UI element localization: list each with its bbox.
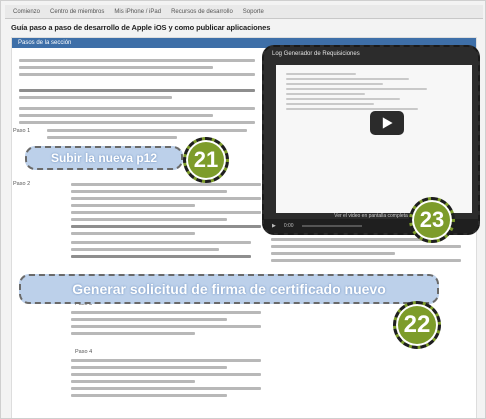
app-window: Comienzo Centro de miembros Mis iPhone /… — [0, 0, 486, 419]
generate-csr-highlight[interactable]: Generar solicitud de firma de certificad… — [19, 274, 439, 304]
intro-text — [19, 59, 255, 80]
video-screen — [276, 65, 472, 213]
intro-text-2 — [19, 89, 255, 103]
step-1-label: Paso 1 — [13, 128, 31, 134]
badge-23: 23 — [409, 197, 455, 243]
nav-item-devices[interactable]: Mis iPhone / iPad — [114, 9, 161, 15]
badge-21: 21 — [183, 137, 229, 183]
nav-item-recursos[interactable]: Recursos de desarrollo — [171, 9, 233, 15]
step-2-text-2 — [71, 241, 251, 262]
top-nav: Comienzo Centro de miembros Mis iPhone /… — [5, 5, 483, 19]
nav-item-centro[interactable]: Centro de miembros — [50, 9, 104, 15]
step-3-text — [71, 311, 261, 339]
video-time: 0:00 — [283, 223, 294, 229]
page-title: Guía paso a paso de desarrollo de Apple … — [11, 23, 271, 32]
upload-p12-highlight[interactable]: Subir la nueva p12 — [25, 146, 183, 170]
control-play-icon[interactable]: ▶ — [272, 223, 276, 229]
play-icon — [382, 117, 393, 129]
nav-item-comienzo[interactable]: Comienzo — [13, 9, 40, 15]
step-2-label: Paso 2 — [13, 181, 31, 187]
badge-22: 22 — [393, 301, 441, 349]
play-button[interactable] — [370, 111, 404, 135]
video-progress-bar[interactable] — [301, 225, 362, 227]
video-title: Log Generador de Requisiciones — [272, 51, 360, 57]
intro-text-3 — [19, 107, 255, 128]
step-4-label: Paso 4 — [75, 349, 93, 355]
step-2-text — [71, 183, 261, 239]
step-4-text — [71, 359, 261, 401]
nav-item-soporte[interactable]: Soporte — [243, 9, 264, 15]
